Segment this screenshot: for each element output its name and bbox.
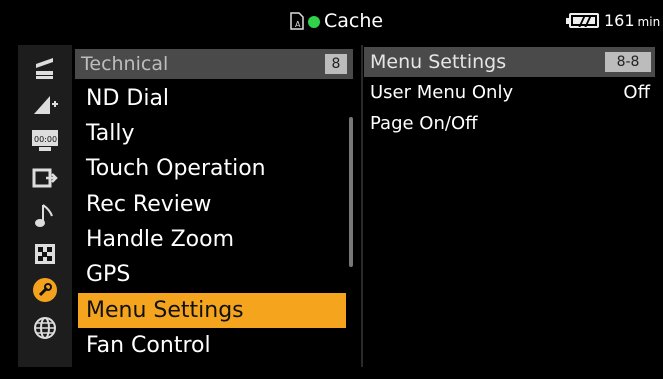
menu-item-gps[interactable]: GPS [78,257,346,292]
menu-item-rec-review[interactable]: Rec Review [78,187,346,222]
detail-row-page-on-off[interactable]: Page On/Off [370,110,652,138]
camera-menu-screen: A Cache 161 min 00:00 Technical 8 ND Dia… [6,6,660,373]
detail-title: Menu Settings [370,51,507,73]
menu-page-badge: 8 [325,54,347,74]
wrench-icon[interactable] [28,275,62,305]
menu-item-touch-operation[interactable]: Touch Operation [78,151,346,186]
menu-category-title: Technical [81,53,169,75]
menu-item-nd-dial[interactable]: ND Dial [78,81,346,116]
menu-item-fan-control[interactable]: Fan Control [78,328,346,363]
detail-row-label: Page On/Off [370,113,478,134]
menu-item-tally[interactable]: Tally [78,116,346,151]
svg-text:00:00: 00:00 [34,135,57,144]
detail-row-user-menu-only[interactable]: User Menu Only Off [370,79,652,107]
svg-text:A: A [295,20,301,29]
detail-row-value: Off [623,82,650,103]
camera-icon[interactable] [28,53,62,83]
media-label: Cache [324,10,384,32]
video-icon[interactable] [28,239,62,269]
tc-output-icon[interactable] [28,163,62,193]
detail-header: Menu Settings 8-8 [364,47,655,77]
category-rail: 00:00 [18,45,72,367]
detail-panel: Menu Settings 8-8 User Menu Only Off Pag… [363,45,657,367]
menu-item-menu-settings[interactable]: Menu Settings [78,293,346,328]
timecode-icon[interactable]: 00:00 [28,125,62,155]
menu-scrollbar[interactable] [349,117,353,267]
network-icon[interactable] [28,313,62,343]
memory-card-icon: A [290,12,304,30]
menu-list: Technical 8 ND Dial Tally Touch Operatio… [72,45,363,367]
menu-item-handle-zoom[interactable]: Handle Zoom [78,222,346,257]
paint-icon[interactable] [28,89,62,119]
menu-list-header: Technical 8 [75,49,353,79]
detail-page-badge: 8-8 [605,52,651,72]
battery-value: 161 [604,11,635,30]
audio-icon[interactable] [28,201,62,231]
recording-indicator [308,16,320,28]
battery-icon [566,13,599,28]
battery-remaining: 161 min [604,11,660,32]
battery-unit: min [637,15,661,29]
detail-row-label: User Menu Only [370,82,514,103]
status-bar: A Cache 161 min [6,6,660,36]
